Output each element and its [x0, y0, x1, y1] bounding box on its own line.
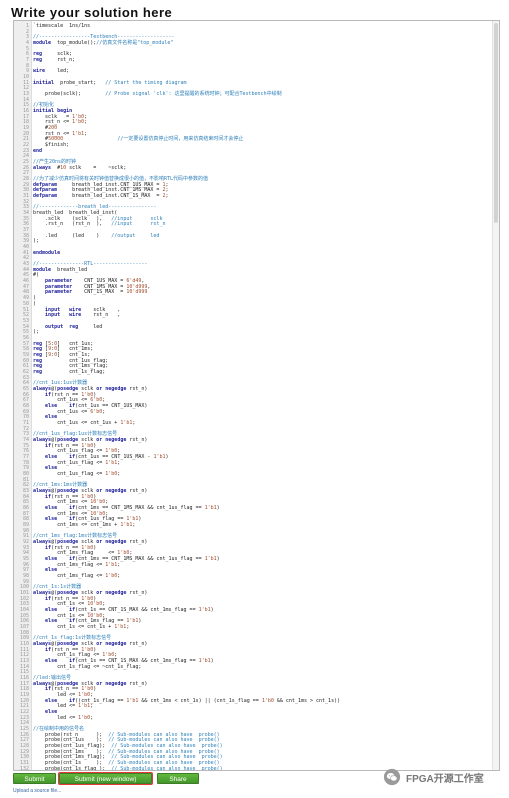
scrollbar-thumb[interactable] — [494, 23, 498, 223]
code-text[interactable]: probe(cnt_1s_flag ); // Sub-modules can … — [33, 766, 223, 770]
submit-new-window-button[interactable]: Submit (new window) — [58, 772, 153, 785]
share-button[interactable]: Share — [157, 773, 199, 784]
code-editor[interactable]: 1 `timescale 1ns/1ns 2 3//-----------------… — [13, 20, 500, 771]
watermark-text: FPGA开源工作室 — [406, 773, 484, 785]
line-number: 132 — [19, 765, 29, 771]
upload-source-link[interactable]: Upload a source file... — [13, 788, 61, 794]
wechat-icon — [383, 768, 401, 786]
watermark: FPGA开源工作室 — [383, 768, 484, 786]
submit-button[interactable]: Submit — [13, 773, 56, 784]
editor-scrollbar[interactable] — [492, 21, 499, 770]
page-title: Write your solution here — [11, 5, 173, 20]
